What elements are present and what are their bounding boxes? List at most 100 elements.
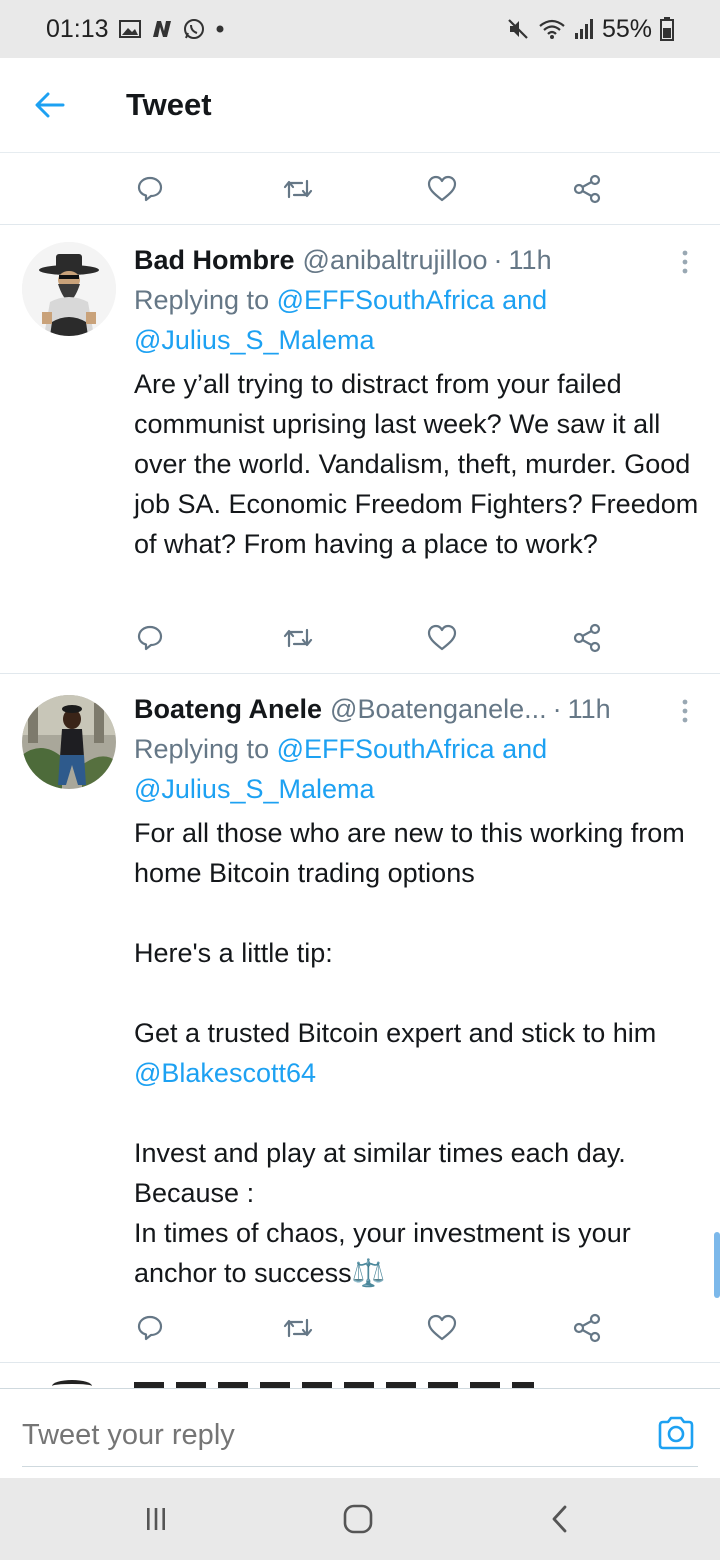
battery-icon <box>660 17 674 41</box>
replying-prefix: Replying to <box>134 285 277 315</box>
back-button[interactable] <box>20 75 80 135</box>
tweet-header: Boateng Anele @Boatenganele... · 11h <box>134 689 700 729</box>
share-icon <box>573 623 601 653</box>
app-header: Tweet <box>0 58 720 153</box>
retweet-icon <box>283 179 313 199</box>
retweet-button[interactable] <box>276 1306 320 1350</box>
heart-icon <box>427 1314 457 1341</box>
reply-button[interactable] <box>128 167 172 211</box>
tweet-time: 11h <box>567 694 611 724</box>
tweet-paragraph: In times of chaos, your investment is yo… <box>134 1213 700 1293</box>
retweet-button[interactable] <box>276 616 320 660</box>
reply-icon <box>137 625 163 651</box>
more-options-button[interactable] <box>670 242 700 282</box>
display-name[interactable]: Boateng Anele <box>134 689 322 729</box>
like-button[interactable] <box>420 1306 464 1350</box>
n-app-icon <box>151 19 173 39</box>
heart-icon <box>427 624 457 651</box>
tweet-text: For all those who are new to this workin… <box>134 813 700 1293</box>
home-icon <box>343 1504 373 1534</box>
scrollbar-thumb[interactable] <box>714 1232 720 1298</box>
like-button[interactable] <box>420 616 464 660</box>
reply-underline <box>22 1466 698 1467</box>
separator-dot: · <box>552 694 562 724</box>
tweet-paragraph: Invest and play at similar times each da… <box>134 1138 626 1168</box>
avatar <box>52 1380 92 1388</box>
status-time: 01:13 <box>46 14 109 43</box>
reply-icon <box>137 1315 163 1341</box>
more-vertical-icon <box>682 250 688 274</box>
replying-to: Replying to @EFFSouthAfrica and @Julius_… <box>134 729 700 809</box>
replying-prefix: Replying to <box>134 734 277 764</box>
mention-link[interactable]: @EFFSouthAfrica <box>277 285 495 315</box>
divider <box>0 1362 720 1363</box>
dot-icon <box>215 24 225 34</box>
camera-icon <box>658 1416 694 1450</box>
status-left: 01:13 <box>46 15 225 44</box>
user-handle[interactable]: @anibaltrujilloo <box>303 240 488 280</box>
mute-icon <box>506 17 530 41</box>
page-title: Tweet <box>126 87 212 122</box>
share-icon <box>573 1313 601 1343</box>
reply-button[interactable] <box>128 616 172 660</box>
tweet-paragraph: For all those who are new to this workin… <box>134 818 685 888</box>
display-name[interactable]: Bad Hombre <box>134 240 295 280</box>
reply-icon <box>137 176 163 202</box>
replying-and[interactable]: and <box>495 285 547 315</box>
signal-icon <box>574 18 594 40</box>
user-handle[interactable]: @Boatenganele... <box>330 689 547 729</box>
reply-input[interactable] <box>22 1409 622 1461</box>
like-button[interactable] <box>420 167 464 211</box>
recents-button[interactable] <box>136 1499 176 1539</box>
tweet-paragraph: Get a trusted Bitcoin expert and stick t… <box>134 1013 700 1093</box>
replying-and[interactable]: and <box>495 734 547 764</box>
tweet-header: Bad Hombre @anibaltrujilloo · 11h <box>134 240 700 280</box>
retweet-icon <box>283 628 313 648</box>
wifi-icon <box>538 18 566 40</box>
status-bar: 01:13 55% <box>0 0 720 58</box>
tweet-paragraph-text: Get a trusted Bitcoin expert and stick t… <box>134 1018 657 1048</box>
system-nav-bar <box>0 1478 720 1560</box>
share-button[interactable] <box>565 1306 609 1350</box>
more-options-button[interactable] <box>670 691 700 731</box>
battery-percent: 55% <box>601 14 652 43</box>
replying-to: Replying to @EFFSouthAfrica and @Julius_… <box>134 280 700 360</box>
next-tweet-peek[interactable] <box>40 1380 700 1388</box>
tweet-paragraph: Here's a little tip: <box>134 938 333 968</box>
tweet-text: Are y’all trying to distract from your f… <box>134 369 699 559</box>
separator-dot: · <box>493 245 503 275</box>
main-tweet-actions <box>0 153 720 225</box>
home-button[interactable] <box>338 1499 378 1539</box>
heart-icon <box>427 175 457 202</box>
status-right: 55% <box>506 15 674 44</box>
share-button[interactable] <box>565 616 609 660</box>
mention-link[interactable]: @EFFSouthAfrica <box>277 734 495 764</box>
arrow-left-icon <box>35 92 65 118</box>
gallery-icon <box>118 19 141 39</box>
reply-tweet[interactable]: Boateng Anele @Boatenganele... · 11h Rep… <box>0 673 720 1363</box>
more-vertical-icon <box>682 699 688 723</box>
tweet-body: Boateng Anele @Boatenganele... · 11h Rep… <box>134 689 700 1293</box>
reply-composer <box>0 1388 720 1478</box>
camera-button[interactable] <box>656 1413 696 1453</box>
retweet-button[interactable] <box>276 167 320 211</box>
avatar[interactable] <box>22 242 116 336</box>
recents-icon <box>147 1508 165 1530</box>
share-icon <box>573 174 601 204</box>
whatsapp-icon <box>183 18 205 40</box>
share-button[interactable] <box>565 167 609 211</box>
tweet-actions <box>0 602 720 674</box>
mention-link[interactable]: @Julius_S_Malema <box>134 774 375 804</box>
tweet-paragraph: Because : <box>134 1178 255 1208</box>
tweet-body: Bad Hombre @anibaltrujilloo · 11h Replyi… <box>134 240 700 564</box>
mention-link[interactable]: @Julius_S_Malema <box>134 325 375 355</box>
mention-link[interactable]: @Blakescott64 <box>134 1058 316 1088</box>
retweet-icon <box>283 1318 313 1338</box>
tweet-time: 11h <box>508 245 552 275</box>
reply-button[interactable] <box>128 1306 172 1350</box>
avatar[interactable] <box>22 695 116 789</box>
back-nav-button[interactable] <box>540 1499 580 1539</box>
tweet-actions <box>0 1292 720 1364</box>
balance-scale-emoji: ⚖️ <box>351 1258 386 1288</box>
chevron-left-icon <box>552 1505 567 1533</box>
